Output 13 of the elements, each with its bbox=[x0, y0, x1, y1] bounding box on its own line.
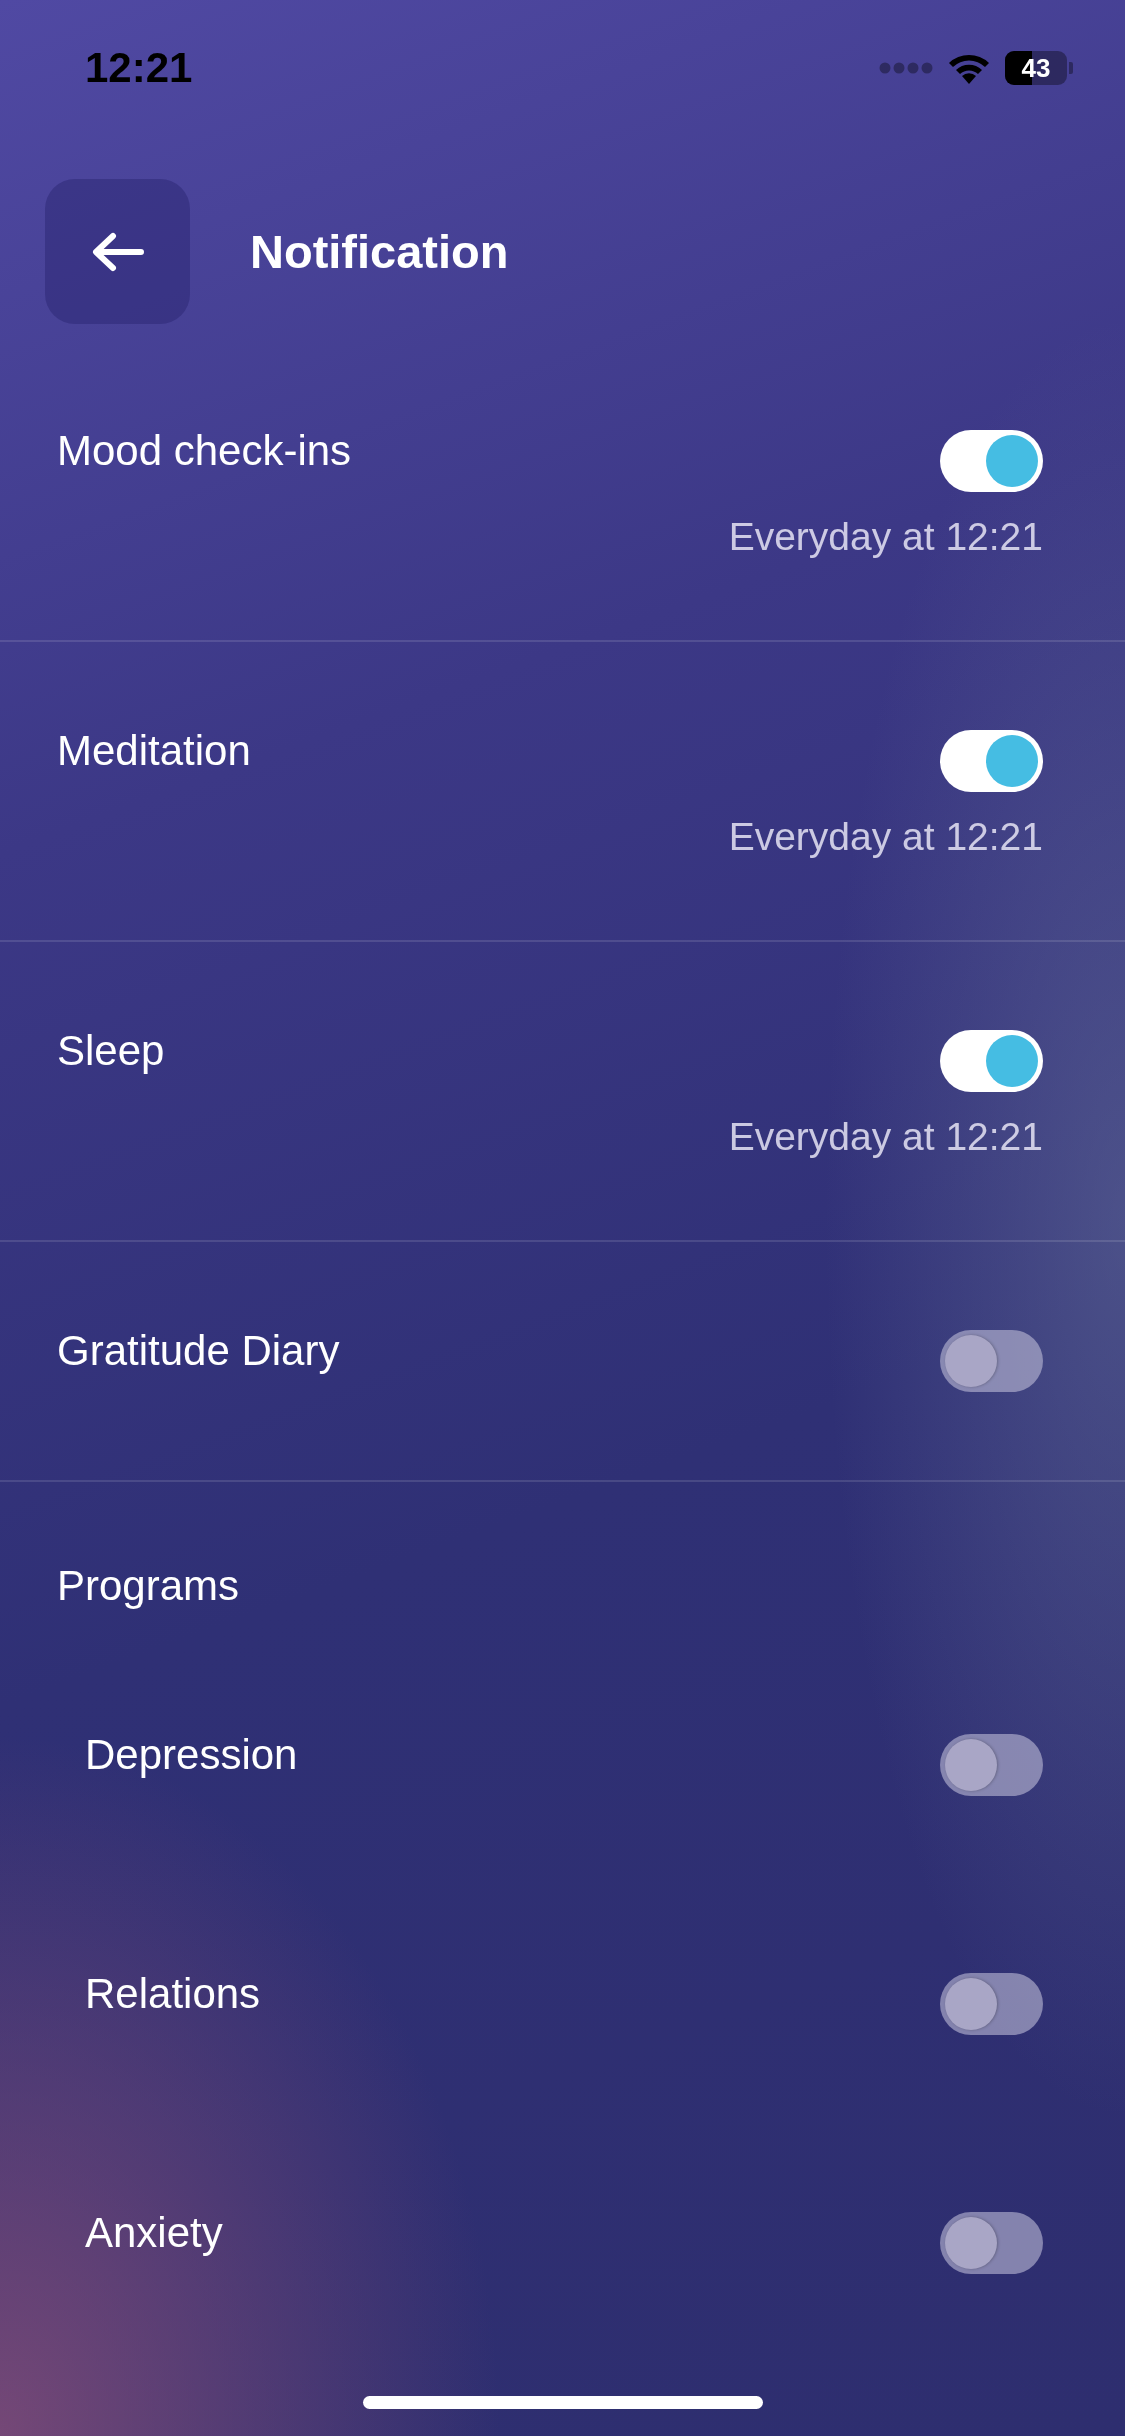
setting-label: Anxiety bbox=[85, 2209, 223, 2257]
setting-label: Mood check-ins bbox=[57, 427, 352, 475]
setting-label: Sleep bbox=[57, 1027, 165, 1075]
setting-label: Gratitude Diary bbox=[57, 1327, 340, 1375]
setting-label: Depression bbox=[85, 1731, 298, 1779]
setting-label: Meditation bbox=[57, 727, 251, 775]
page-title: Notification bbox=[250, 224, 509, 279]
schedule-text: Everyday at 12:21 bbox=[728, 515, 1043, 558]
section-heading: Programs bbox=[57, 1562, 240, 1610]
status-time: 12:21 bbox=[85, 44, 193, 92]
setting-label: Relations bbox=[85, 1970, 261, 2018]
schedule-text: Everyday at 12:21 bbox=[728, 1115, 1043, 1158]
schedule-text: Everyday at 12:21 bbox=[728, 815, 1043, 858]
